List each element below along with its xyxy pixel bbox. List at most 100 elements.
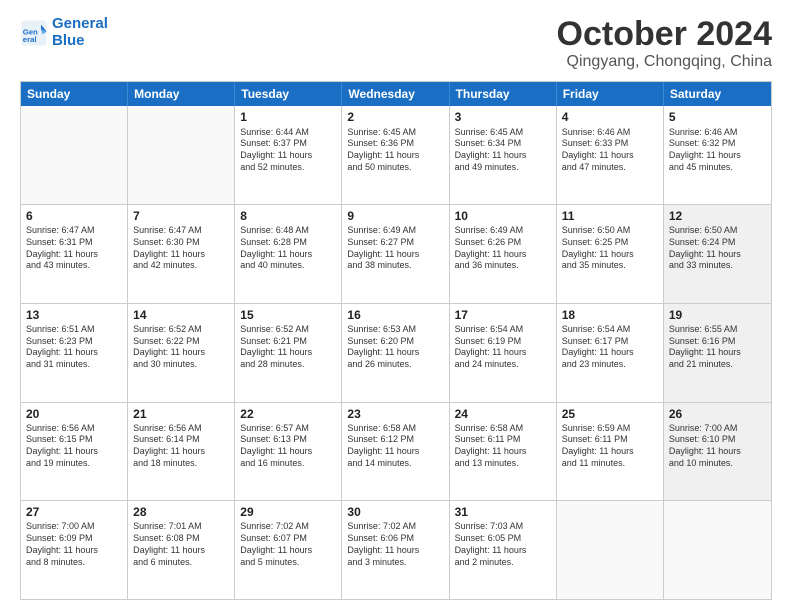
cal-cell-2-0: 13Sunrise: 6:51 AM Sunset: 6:23 PM Dayli… [21,304,128,402]
logo: Gen eral General Blue [20,16,108,49]
day-number-7: 7 [133,208,229,224]
cal-cell-1-1: 7Sunrise: 6:47 AM Sunset: 6:30 PM Daylig… [128,205,235,303]
day-number-26: 26 [669,406,766,422]
cell-info-29: Sunrise: 7:02 AM Sunset: 6:07 PM Dayligh… [240,521,336,568]
cal-cell-3-1: 21Sunrise: 6:56 AM Sunset: 6:14 PM Dayli… [128,403,235,501]
svg-text:eral: eral [23,35,37,44]
day-number-6: 6 [26,208,122,224]
cal-cell-2-5: 18Sunrise: 6:54 AM Sunset: 6:17 PM Dayli… [557,304,664,402]
day-number-30: 30 [347,504,443,520]
cal-cell-0-5: 4 Sunrise: 6:46 AM Sunset: 6:33 PM Daylig… [557,106,664,204]
cal-cell-4-1: 28Sunrise: 7:01 AM Sunset: 6:08 PM Dayli… [128,501,235,599]
week-row-0: 1Sunrise: 6:44 AM Sunset: 6:37 PM Daylig… [21,106,771,204]
cal-cell-3-6: 26Sunrise: 7:00 AM Sunset: 6:10 PM Dayli… [664,403,771,501]
day-number-28: 28 [133,504,229,520]
cell-info-16: Sunrise: 6:53 AM Sunset: 6:20 PM Dayligh… [347,324,443,371]
header-saturday: Saturday [664,82,771,106]
cal-cell-3-4: 24Sunrise: 6:58 AM Sunset: 6:11 PM Dayli… [450,403,557,501]
day-number-25: 25 [562,406,658,422]
cal-cell-1-0: 6Sunrise: 6:47 AM Sunset: 6:31 PM Daylig… [21,205,128,303]
cal-cell-0-2: 1Sunrise: 6:44 AM Sunset: 6:37 PM Daylig… [235,106,342,204]
cal-cell-4-3: 30Sunrise: 7:02 AM Sunset: 6:06 PM Dayli… [342,501,449,599]
cell-info-15: Sunrise: 6:52 AM Sunset: 6:21 PM Dayligh… [240,324,336,371]
calendar-body: 1Sunrise: 6:44 AM Sunset: 6:37 PM Daylig… [21,106,771,599]
cell-info-19: Sunrise: 6:55 AM Sunset: 6:16 PM Dayligh… [669,324,766,371]
day-number-3: 3 [455,109,551,125]
cell-info-31: Sunrise: 7:03 AM Sunset: 6:05 PM Dayligh… [455,521,551,568]
day-number-13: 13 [26,307,122,323]
week-row-1: 6Sunrise: 6:47 AM Sunset: 6:31 PM Daylig… [21,204,771,303]
cal-cell-1-3: 9Sunrise: 6:49 AM Sunset: 6:27 PM Daylig… [342,205,449,303]
cal-cell-0-3: 2Sunrise: 6:45 AM Sunset: 6:36 PM Daylig… [342,106,449,204]
day-number-27: 27 [26,504,122,520]
cal-cell-1-6: 12Sunrise: 6:50 AM Sunset: 6:24 PM Dayli… [664,205,771,303]
day-number-15: 15 [240,307,336,323]
day-number-4: 4 [562,109,658,125]
day-number-14: 14 [133,307,229,323]
calendar-header: Sunday Monday Tuesday Wednesday Thursday… [21,82,771,106]
week-row-3: 20Sunrise: 6:56 AM Sunset: 6:15 PM Dayli… [21,402,771,501]
cell-info-8: Sunrise: 6:48 AM Sunset: 6:28 PM Dayligh… [240,225,336,272]
header-sunday: Sunday [21,82,128,106]
cal-cell-3-2: 22Sunrise: 6:57 AM Sunset: 6:13 PM Dayli… [235,403,342,501]
day-number-2: 2 [347,109,443,125]
cell-info-13: Sunrise: 6:51 AM Sunset: 6:23 PM Dayligh… [26,324,122,371]
header-friday: Friday [557,82,664,106]
day-number-22: 22 [240,406,336,422]
day-number-20: 20 [26,406,122,422]
cal-cell-4-4: 31Sunrise: 7:03 AM Sunset: 6:05 PM Dayli… [450,501,557,599]
cal-cell-1-4: 10Sunrise: 6:49 AM Sunset: 6:26 PM Dayli… [450,205,557,303]
header: Gen eral General Blue October 2024 Qingy… [20,16,772,71]
cal-cell-4-0: 27Sunrise: 7:00 AM Sunset: 6:09 PM Dayli… [21,501,128,599]
page: Gen eral General Blue October 2024 Qingy… [0,0,792,612]
cell-info-5: Sunrise: 6:46 AM Sunset: 6:32 PM Dayligh… [669,127,766,174]
day-number-29: 29 [240,504,336,520]
header-thursday: Thursday [450,82,557,106]
day-number-17: 17 [455,307,551,323]
day-number-18: 18 [562,307,658,323]
cal-cell-3-0: 20Sunrise: 6:56 AM Sunset: 6:15 PM Dayli… [21,403,128,501]
cal-cell-1-5: 11Sunrise: 6:50 AM Sunset: 6:25 PM Dayli… [557,205,664,303]
cell-info-10: Sunrise: 6:49 AM Sunset: 6:26 PM Dayligh… [455,225,551,272]
cal-cell-0-0 [21,106,128,204]
day-number-31: 31 [455,504,551,520]
cal-cell-3-3: 23Sunrise: 6:58 AM Sunset: 6:12 PM Dayli… [342,403,449,501]
cal-cell-4-6 [664,501,771,599]
header-tuesday: Tuesday [235,82,342,106]
cal-cell-2-4: 17Sunrise: 6:54 AM Sunset: 6:19 PM Dayli… [450,304,557,402]
cell-info-7: Sunrise: 6:47 AM Sunset: 6:30 PM Dayligh… [133,225,229,272]
day-number-11: 11 [562,208,658,224]
header-wednesday: Wednesday [342,82,449,106]
logo-text: General Blue [52,16,108,49]
day-number-16: 16 [347,307,443,323]
day-number-23: 23 [347,406,443,422]
cell-info-30: Sunrise: 7:02 AM Sunset: 6:06 PM Dayligh… [347,521,443,568]
cell-info-23: Sunrise: 6:58 AM Sunset: 6:12 PM Dayligh… [347,423,443,470]
calendar: Sunday Monday Tuesday Wednesday Thursday… [20,81,772,600]
cell-info-20: Sunrise: 6:56 AM Sunset: 6:15 PM Dayligh… [26,423,122,470]
week-row-2: 13Sunrise: 6:51 AM Sunset: 6:23 PM Dayli… [21,303,771,402]
day-number-21: 21 [133,406,229,422]
cell-info-21: Sunrise: 6:56 AM Sunset: 6:14 PM Dayligh… [133,423,229,470]
cal-cell-0-1 [128,106,235,204]
cell-info-28: Sunrise: 7:01 AM Sunset: 6:08 PM Dayligh… [133,521,229,568]
cell-info-22: Sunrise: 6:57 AM Sunset: 6:13 PM Dayligh… [240,423,336,470]
cal-cell-4-2: 29Sunrise: 7:02 AM Sunset: 6:07 PM Dayli… [235,501,342,599]
month-title: October 2024 [557,16,772,53]
cal-cell-0-6: 5Sunrise: 6:46 AM Sunset: 6:32 PM Daylig… [664,106,771,204]
day-number-8: 8 [240,208,336,224]
cell-info-11: Sunrise: 6:50 AM Sunset: 6:25 PM Dayligh… [562,225,658,272]
cell-info-14: Sunrise: 6:52 AM Sunset: 6:22 PM Dayligh… [133,324,229,371]
day-number-19: 19 [669,307,766,323]
location: Qingyang, Chongqing, China [557,53,772,71]
title-area: October 2024 Qingyang, Chongqing, China [557,16,772,71]
cell-info-24: Sunrise: 6:58 AM Sunset: 6:11 PM Dayligh… [455,423,551,470]
day-number-10: 10 [455,208,551,224]
cell-info-17: Sunrise: 6:54 AM Sunset: 6:19 PM Dayligh… [455,324,551,371]
week-row-4: 27Sunrise: 7:00 AM Sunset: 6:09 PM Dayli… [21,500,771,599]
cal-cell-2-6: 19Sunrise: 6:55 AM Sunset: 6:16 PM Dayli… [664,304,771,402]
cal-cell-2-3: 16Sunrise: 6:53 AM Sunset: 6:20 PM Dayli… [342,304,449,402]
cell-info-4: Sunrise: 6:46 AM Sunset: 6:33 PM Dayligh… [562,127,658,174]
cell-info-18: Sunrise: 6:54 AM Sunset: 6:17 PM Dayligh… [562,324,658,371]
cell-info-26: Sunrise: 7:00 AM Sunset: 6:10 PM Dayligh… [669,423,766,470]
